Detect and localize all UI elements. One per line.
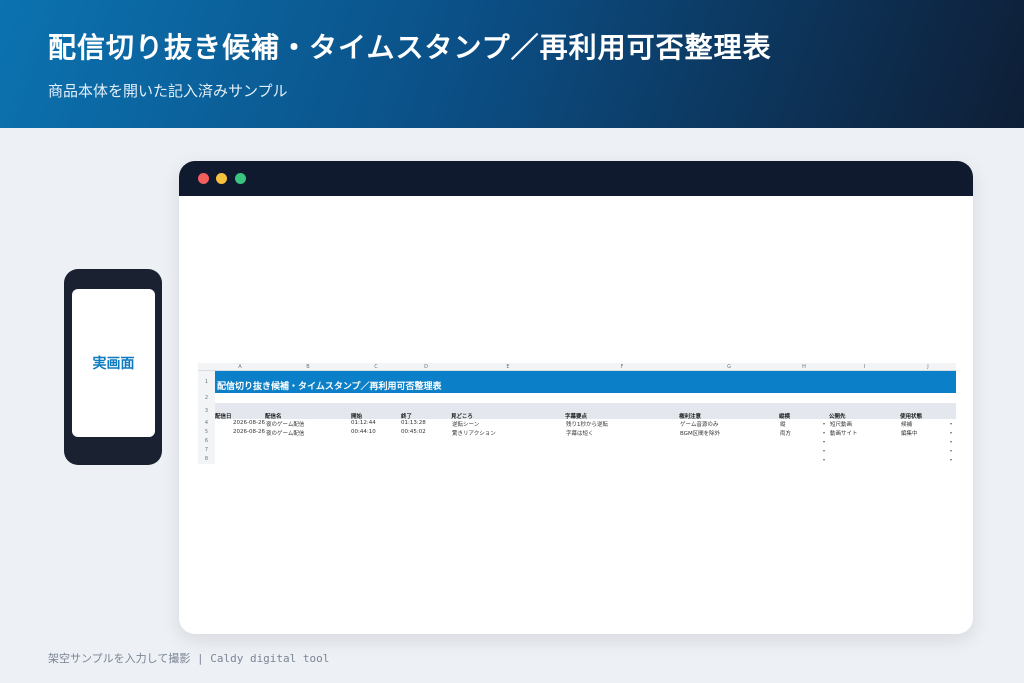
table-cell[interactable]: 動画サイト [830,429,858,437]
table-cell[interactable]: 字幕は短く [566,429,594,437]
row-number[interactable]: 2 [198,393,215,403]
header-cell[interactable]: 字幕要点 [565,412,587,420]
row-number[interactable]: 1 [198,371,215,393]
header-cell[interactable]: 配信日 [215,412,232,420]
table-cell[interactable]: 編集中 [901,429,918,437]
phone-screen: 実画面 [72,289,155,437]
dropdown-arrow-icon[interactable]: ▾ [950,457,952,462]
sheet-header-row: 配信日 配信名 開始 終了 見どころ 字幕要点 権利注意 縦横 公開先 使用状態 [215,403,956,420]
table-cell[interactable]: 逆転シーン [452,420,479,428]
column-header[interactable]: C [351,364,401,370]
header-cell[interactable]: 権利注意 [679,412,701,420]
table-cell[interactable]: 01:12:44 [351,420,376,426]
dropdown-arrow-icon[interactable]: ▾ [823,439,825,444]
row-number[interactable]: 8 [198,455,215,464]
table-cell[interactable]: 00:45:02 [401,429,426,435]
row-number[interactable]: 5 [198,428,215,437]
phone-screen-label: 実画面 [92,356,135,372]
page-subtitle: 商品本体を開いた記入済みサンプル [48,82,288,100]
column-header[interactable]: H [779,364,829,370]
row-number[interactable]: 6 [198,437,215,446]
column-header[interactable]: I [829,364,900,370]
header-cell[interactable]: 見どころ [451,412,473,420]
row-number[interactable]: 3 [198,403,215,419]
table-cell[interactable]: 01:13:28 [401,420,426,426]
header-cell[interactable]: 終了 [401,412,412,420]
maximize-window-icon[interactable] [235,173,246,184]
column-header[interactable]: F [565,364,679,370]
dropdown-arrow-icon[interactable]: ▾ [950,439,952,444]
table-cell[interactable]: 短尺動画 [830,420,852,428]
header-cell[interactable]: 開始 [351,412,362,420]
column-header[interactable]: E [451,364,565,370]
table-cell[interactable]: 両方 [780,429,791,437]
row-number[interactable]: 7 [198,446,215,455]
dropdown-arrow-icon[interactable]: ▾ [950,448,952,453]
table-cell[interactable]: 夜のゲーム配信 [266,420,304,428]
row-number[interactable]: 4 [198,419,215,428]
table-cell[interactable]: BGM区間を除外 [680,429,720,437]
header-cell[interactable]: 縦横 [779,412,790,420]
column-header[interactable]: D [401,364,451,370]
table-cell[interactable]: ゲーム音源のみ [680,420,718,428]
header-cell[interactable]: 公開先 [829,412,846,420]
table-cell[interactable]: 00:44:10 [351,429,376,435]
column-header[interactable]: A [215,364,265,370]
phone-mockup: 実画面 [64,269,162,465]
spreadsheet: A B C D E F G H I J 1 2 3 4 5 6 7 8 配信切り… [198,363,956,467]
header-cell[interactable]: 使用状態 [900,412,922,420]
column-header[interactable]: B [265,364,351,370]
footer-caption: 架空サンプルを入力して撮影 | Caldy digital tool [48,652,330,665]
close-window-icon[interactable] [198,173,209,184]
dropdown-arrow-icon[interactable]: ▾ [950,421,952,426]
table-cell[interactable]: 夜のゲーム配信 [266,429,304,437]
sheet-title: 配信切り抜き候補・タイムスタンプ／再利用可否整理表 [217,382,442,392]
column-header[interactable]: G [679,364,779,370]
dropdown-arrow-icon[interactable]: ▾ [950,430,952,435]
table-cell[interactable]: 残り1秒から逆転 [566,420,608,428]
table-cell[interactable]: 縦 [780,420,786,428]
page-title: 配信切り抜き候補・タイムスタンプ／再利用可否整理表 [48,31,772,64]
dropdown-arrow-icon[interactable]: ▾ [823,457,825,462]
browser-window: A B C D E F G H I J 1 2 3 4 5 6 7 8 配信切り… [179,161,973,634]
column-header-bar: A B C D E F G H I J [198,363,956,371]
sheet-title-banner[interactable]: 配信切り抜き候補・タイムスタンプ／再利用可否整理表 [215,371,956,393]
column-header[interactable]: J [900,364,956,370]
table-cell[interactable]: 2026-08-26 [233,420,265,426]
table-cell[interactable]: 驚きリアクション [452,429,496,437]
dropdown-arrow-icon[interactable]: ▾ [823,448,825,453]
browser-titlebar [179,161,973,196]
dropdown-arrow-icon[interactable]: ▾ [823,430,825,435]
table-cell[interactable]: 2026-08-26 [233,429,265,435]
table-cell[interactable]: 候補 [901,420,912,428]
minimize-window-icon[interactable] [216,173,227,184]
hero-banner: 配信切り抜き候補・タイムスタンプ／再利用可否整理表 商品本体を開いた記入済みサン… [0,0,1024,128]
header-cell[interactable]: 配信名 [265,412,282,420]
dropdown-arrow-icon[interactable]: ▾ [823,421,825,426]
